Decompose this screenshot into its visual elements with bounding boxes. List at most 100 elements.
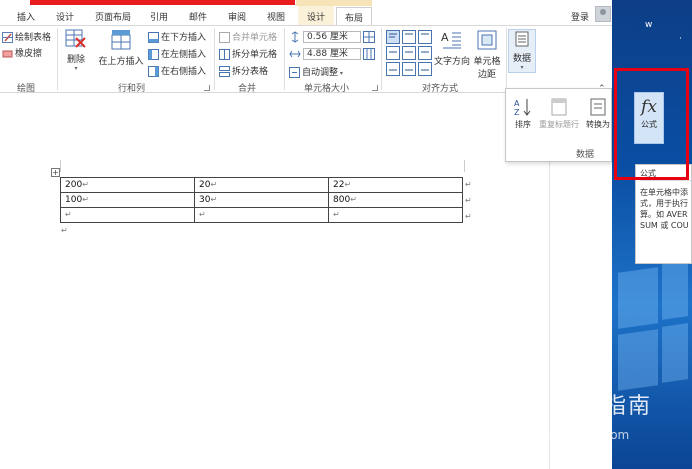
svg-text:Z: Z — [514, 108, 520, 117]
avatar[interactable] — [595, 6, 611, 22]
login-link[interactable]: 登录 — [571, 10, 589, 23]
insert-left-label: 在左侧插入 — [161, 50, 207, 60]
highlight-frame — [614, 68, 689, 180]
table-cell[interactable]: 100↵ — [60, 192, 195, 208]
group-divider — [214, 28, 215, 90]
text-direction-label: 文字方向 — [434, 57, 471, 67]
tab-references[interactable]: 引用 — [150, 10, 168, 23]
insert-row-above-icon — [111, 30, 131, 50]
row-end-mark: ↵ — [465, 196, 472, 205]
table-cell[interactable]: 30↵ — [194, 192, 329, 208]
table-move-handle-icon[interactable]: + — [51, 168, 60, 177]
sort-button[interactable]: AZ 排序 — [512, 97, 534, 130]
tab-view[interactable]: 视图 — [267, 10, 285, 23]
ribbon-layout: 绘制表格 橡皮擦 绘图 删除 ▾ 在上方插入 在下方插入 在左侧插入 在右侧插入… — [0, 25, 612, 94]
tab-insert[interactable]: 插入 — [17, 10, 35, 23]
insert-column-right-icon — [148, 66, 159, 77]
split-table-label: 拆分表格 — [232, 67, 269, 77]
tooltip-line: 式，用于执行 — [640, 199, 688, 208]
chevron-down-icon: ▾ — [520, 64, 524, 71]
insert-above-button[interactable]: 在上方插入 — [96, 29, 146, 67]
tab-page-layout[interactable]: 页面布局 — [95, 10, 131, 23]
merge-cells-label: 合并单元格 — [232, 33, 278, 43]
tab-review[interactable]: 审阅 — [228, 10, 246, 23]
delete-button[interactable]: 删除 ▾ — [63, 29, 89, 72]
tab-table-layout[interactable]: 布局 — [336, 7, 372, 26]
column-width-input[interactable]: 4.88 厘米 — [303, 48, 361, 60]
data-table[interactable]: 200↵ 20↵ 22↵ 100↵ 30↵ 800↵ ↵ ↵ ↵ — [60, 177, 463, 223]
merge-cells-button[interactable]: 合并单元格 — [219, 30, 277, 43]
svg-text:A: A — [441, 31, 449, 44]
sort-az-icon: AZ — [514, 99, 531, 117]
svg-text:A: A — [514, 99, 520, 108]
merge-group-label: 合并 — [238, 84, 257, 94]
data-menu-button[interactable]: 数据 ▾ — [508, 29, 536, 73]
table-cell[interactable]: ↵ — [194, 207, 329, 223]
table-row: ↵ ↵ ↵ — [60, 207, 463, 223]
eraser-label: 橡皮擦 — [15, 49, 43, 59]
desktop-letter: w — [645, 20, 653, 30]
table-row: 200↵ 20↵ 22↵ — [60, 177, 463, 193]
table-cell[interactable]: ↵ — [60, 207, 195, 223]
table-cell[interactable]: 22↵ — [328, 177, 463, 193]
tab-mailings[interactable]: 邮件 — [189, 10, 207, 23]
tab-table-design[interactable]: 设计 — [298, 6, 334, 25]
row-end-mark: ↵ — [465, 212, 472, 221]
watermark-url: zhinan.sogou.com — [520, 428, 630, 442]
table-cell[interactable]: 200↵ — [60, 177, 195, 193]
convert-to-text-icon — [590, 98, 606, 116]
data-menu-label: 数据 — [512, 54, 531, 64]
chevron-down-icon: ▾ — [338, 70, 343, 77]
cell-size-group-label: 单元格大小 — [304, 84, 350, 94]
data-group-label: 数据 — [576, 150, 595, 160]
row-height-value: 0.56 厘米 — [307, 32, 348, 42]
windows-logo-pane — [618, 329, 658, 391]
split-table-icon — [219, 66, 230, 77]
cell-margins-icon — [477, 30, 497, 50]
insert-column-left-icon — [148, 49, 159, 60]
split-cells-button[interactable]: 拆分单元格 — [219, 47, 277, 60]
draw-group-label: 绘图 — [17, 84, 36, 94]
draw-table-button[interactable]: 绘制表格 — [2, 30, 51, 43]
table-edge-mark — [464, 160, 465, 172]
eraser-button[interactable]: 橡皮擦 — [2, 46, 42, 59]
split-cells-label: 拆分单元格 — [232, 50, 278, 60]
insert-right-label: 在右侧插入 — [161, 67, 207, 77]
alignment-grid-icon[interactable] — [386, 30, 432, 76]
table-cell[interactable]: ↵ — [328, 207, 463, 223]
autofit-button[interactable]: 自动调整 ▾ — [289, 65, 343, 78]
insert-right-button[interactable]: 在右侧插入 — [148, 64, 206, 77]
column-width-value: 4.88 厘米 — [307, 49, 348, 59]
table-cell[interactable]: 800↵ — [328, 192, 463, 208]
distribute-rows-icon[interactable] — [363, 31, 375, 43]
eraser-icon — [2, 50, 13, 58]
group-divider — [381, 28, 382, 90]
rows-cols-launcher-icon[interactable] — [204, 85, 210, 91]
table-cell[interactable]: 20↵ — [194, 177, 329, 193]
sort-label: 排序 — [515, 120, 531, 129]
insert-below-button[interactable]: 在下方插入 — [148, 30, 206, 43]
insert-left-button[interactable]: 在左侧插入 — [148, 47, 206, 60]
text-direction-button[interactable]: A 文字方向 — [434, 29, 471, 67]
cell-size-launcher-icon[interactable] — [372, 85, 378, 91]
insert-row-below-icon — [148, 32, 159, 43]
windows-logo-pane — [662, 260, 688, 320]
distribute-columns-icon[interactable] — [363, 48, 375, 60]
sogou-logo: S — [514, 386, 548, 420]
repeat-header-button[interactable]: 重复标题行 — [537, 97, 581, 130]
column-width-icon — [289, 50, 301, 58]
desktop-dots: · — [679, 34, 682, 44]
tooltip-line: 在单元格中添 — [640, 188, 688, 197]
cell-margins-button[interactable]: 单元格 边距 — [472, 29, 502, 80]
watermark-text: 搜狗指南 — [556, 394, 653, 419]
data-dropdown-panel: AZ 排序 重复标题行 转换为文本 数据 — [505, 88, 612, 162]
windows-logo-pane — [618, 267, 658, 329]
pencil-table-icon — [2, 32, 13, 43]
autofit-label: 自动调整 — [302, 68, 339, 78]
split-table-button[interactable]: 拆分表格 — [219, 64, 268, 77]
tab-design[interactable]: 设计 — [56, 10, 74, 23]
convert-to-text-button[interactable]: 转换为文本 — [586, 97, 610, 130]
insert-below-label: 在下方插入 — [161, 33, 207, 43]
row-height-input[interactable]: 0.56 厘米 — [303, 31, 361, 43]
group-divider — [284, 28, 285, 90]
